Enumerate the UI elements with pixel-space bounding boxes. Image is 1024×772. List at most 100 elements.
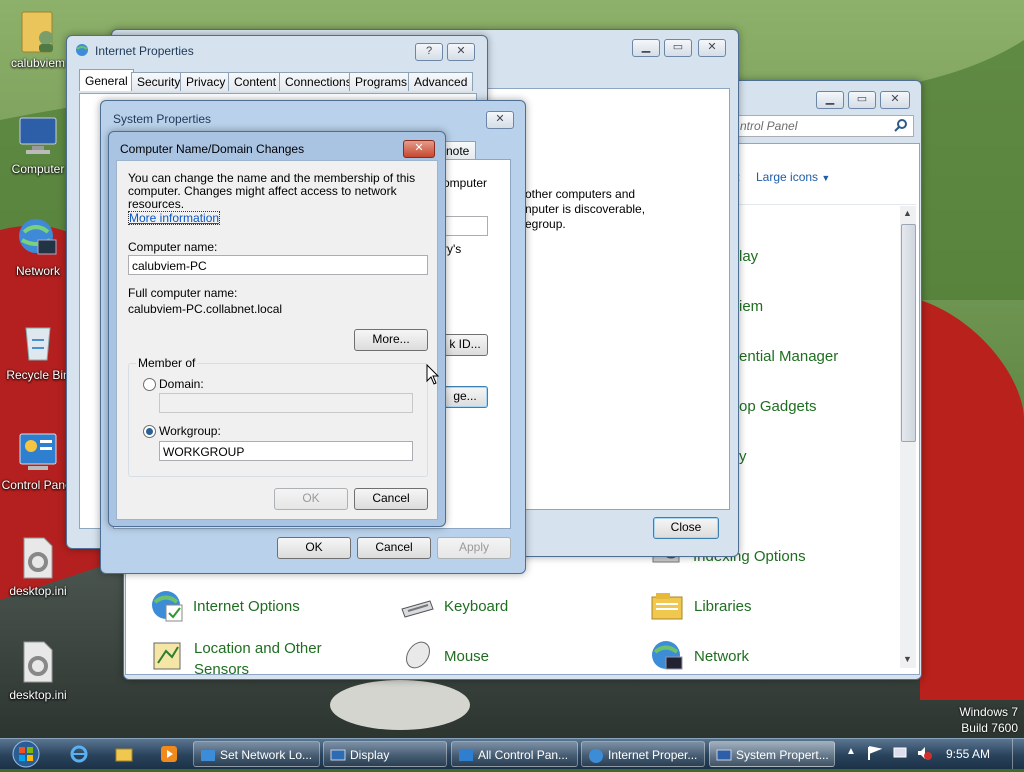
close-button[interactable]: ✕ (447, 43, 475, 61)
computer-description-field[interactable] (444, 216, 488, 236)
cp-item-location-sensors[interactable]: Location and Other Sensors (194, 638, 322, 680)
sharing-text-line-1: other computers and (525, 187, 636, 201)
windows-watermark: Windows 7 Build 7600 (959, 704, 1018, 736)
member-of-label: Member of (136, 356, 198, 370)
help-button[interactable]: ? (415, 43, 443, 61)
close-button[interactable]: ✕ (403, 140, 435, 158)
clock[interactable]: 9:55 AM (946, 747, 990, 761)
cancel-button[interactable]: Cancel (357, 537, 431, 559)
cp-item-keyboard[interactable]: Keyboard (444, 598, 508, 615)
more-button[interactable]: More... (354, 329, 428, 351)
taskbar-button-control-panel[interactable]: All Control Pan... (451, 741, 578, 767)
domain-input[interactable] (159, 393, 413, 413)
scrollbar-vertical[interactable]: ▲ ▼ (900, 206, 916, 668)
explorer-folder-icon[interactable] (115, 745, 133, 763)
ok-button[interactable]: OK (277, 537, 351, 559)
desktop-icon-network[interactable]: Network (0, 216, 76, 278)
scrollbar-thumb[interactable] (901, 224, 916, 442)
taskbar-button-system-properties[interactable]: System Propert... (709, 741, 835, 767)
taskbar-button-display[interactable]: Display (323, 741, 447, 767)
cp-item-libraries[interactable]: Libraries (694, 598, 752, 615)
internet-explorer-icon[interactable] (70, 745, 88, 763)
computer-name-input[interactable]: calubviem-PC (128, 255, 428, 275)
cp-item-partial-3[interactable]: ential Manager (739, 348, 838, 365)
view-mode-dropdown[interactable]: Large icons ▼ (756, 170, 830, 184)
search-input[interactable]: ntrol Panel (736, 115, 914, 137)
cp-item-partial-5[interactable]: y (739, 448, 747, 465)
cancel-button[interactable]: Cancel (354, 488, 428, 510)
maximize-button[interactable]: ▭ (848, 91, 876, 109)
apply-button[interactable]: Apply (437, 537, 511, 559)
desktop-icon-user-folder[interactable]: calubviem (0, 8, 76, 70)
desktop-icon-recycle-bin[interactable]: Recycle Bin (0, 320, 76, 382)
network-globe-icon (650, 639, 684, 673)
desktop-icon-desktop-ini-2[interactable]: desktop.ini (0, 640, 76, 702)
close-button[interactable]: ✕ (698, 39, 726, 57)
close-button[interactable]: ✕ (880, 91, 910, 109)
action-center-flag-icon[interactable] (866, 745, 883, 761)
cp-item-partial-1[interactable]: lay (739, 248, 758, 265)
change-button[interactable]: ge... (442, 386, 488, 408)
desktop-icon-computer[interactable]: Computer (0, 114, 76, 176)
cp-item-internet-options[interactable]: Internet Options (193, 598, 300, 615)
chevron-down-icon: ▼ (821, 173, 831, 183)
media-player-icon[interactable] (160, 745, 178, 763)
taskbar-button-label: System Propert... (736, 748, 829, 762)
domain-radio[interactable] (143, 378, 156, 391)
network-id-button[interactable]: k ID... (442, 334, 488, 356)
desktop-icon-label: Network (15, 264, 60, 278)
tab-content[interactable]: Content (228, 72, 283, 91)
dialog-content: You can change the name and the membersh… (116, 160, 438, 520)
tab-connections[interactable]: Connections (279, 72, 358, 91)
intro-text: You can change the name and the membersh… (128, 172, 437, 225)
tray-expand-icon[interactable]: ▲ (846, 746, 856, 757)
tab-advanced[interactable]: Advanced (408, 72, 474, 91)
network-icon (200, 747, 216, 763)
window-title: System Properties (113, 112, 212, 126)
tab-security[interactable]: Security (131, 72, 187, 91)
computer-name-label: Computer name: (128, 240, 218, 254)
maximize-button[interactable]: ▭ (664, 39, 692, 57)
tab-general[interactable]: General (79, 69, 134, 91)
domain-label: Domain: (159, 377, 204, 391)
mouse-icon (400, 639, 434, 673)
show-desktop-button[interactable] (1012, 739, 1024, 769)
desktop-icon-label: Computer (11, 162, 65, 176)
start-button[interactable] (6, 739, 46, 769)
ok-button[interactable]: OK (274, 488, 348, 510)
intro-line-2: computer. Changes might affect access to… (128, 184, 397, 211)
network-tray-icon[interactable] (892, 745, 908, 761)
settings-file-icon (16, 536, 60, 580)
close-button[interactable]: ✕ (486, 111, 514, 129)
partial-text-computer: omputer (443, 176, 488, 190)
cp-item-partial-4[interactable]: op Gadgets (739, 398, 817, 415)
close-dialog-button[interactable]: Close (653, 517, 719, 539)
tab-privacy[interactable]: Privacy (180, 72, 232, 91)
desktop-icon-control-panel[interactable]: Control Panel (0, 430, 76, 492)
watermark-line-2: Build 7600 (961, 721, 1018, 735)
view-mode-label: Large icons (756, 170, 819, 184)
volume-muted-icon[interactable] (916, 745, 932, 761)
taskbar-button-internet-properties[interactable]: Internet Proper... (581, 741, 705, 767)
cp-item-mouse[interactable]: Mouse (444, 648, 489, 665)
control-panel-icon (16, 430, 60, 474)
tab-programs[interactable]: Programs (349, 72, 414, 91)
taskbar: Set Network Lo... Display All Control Pa… (0, 738, 1024, 769)
search-placeholder: ntrol Panel (740, 119, 798, 133)
workgroup-input[interactable]: WORKGROUP (159, 441, 413, 461)
window-title: Internet Properties (95, 44, 194, 58)
cp-item-network[interactable]: Network (694, 648, 749, 665)
sharing-text-line-3: egroup. (525, 217, 566, 231)
scroll-up-arrow-icon[interactable]: ▲ (903, 208, 912, 218)
scroll-down-arrow-icon[interactable]: ▼ (903, 654, 912, 664)
search-icon[interactable] (894, 118, 908, 132)
cp-item-partial-2[interactable]: iem (739, 298, 763, 315)
taskbar-button-set-network[interactable]: Set Network Lo... (193, 741, 320, 767)
workgroup-radio[interactable] (143, 425, 156, 438)
internet-properties-icon (75, 43, 89, 57)
minimize-button[interactable]: ▁ (632, 39, 660, 57)
minimize-button[interactable]: ▁ (816, 91, 844, 109)
recycle-bin-icon (16, 320, 60, 364)
more-information-link[interactable]: More information (128, 211, 221, 225)
desktop-icon-desktop-ini-1[interactable]: desktop.ini (0, 536, 76, 598)
